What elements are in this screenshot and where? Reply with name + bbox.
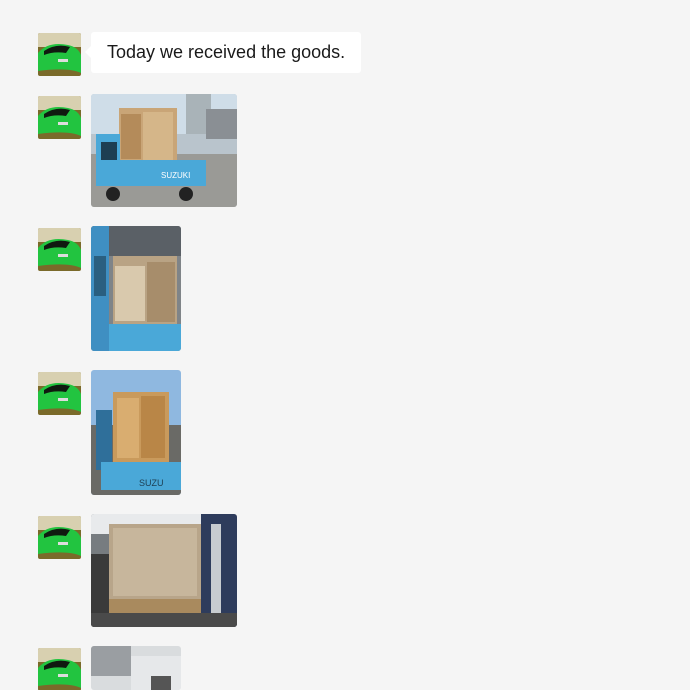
truck-side-boxes-photo-icon: [91, 226, 181, 351]
contact-avatar[interactable]: [38, 516, 81, 559]
svg-text:SUZUKI: SUZUKI: [161, 171, 190, 180]
message-image[interactable]: SUZUKI: [91, 94, 237, 207]
truck-loaded-boxes-photo-icon: SUZUKI: [91, 94, 237, 207]
contact-avatar[interactable]: [38, 372, 81, 415]
message-image[interactable]: [91, 226, 181, 351]
contact-avatar[interactable]: [38, 33, 81, 76]
truck-rear-boxes-photo-icon: SUZU: [91, 370, 181, 495]
sports-car-avatar-icon: [38, 648, 81, 690]
sports-car-avatar-icon: [38, 228, 81, 271]
sports-car-avatar-icon: [38, 33, 81, 76]
message-text[interactable]: Today we received the goods.: [84, 32, 362, 73]
message-image[interactable]: SUZU: [91, 370, 181, 495]
sports-car-avatar-icon: [38, 96, 81, 139]
sports-car-avatar-icon: [38, 372, 81, 415]
message-image[interactable]: [91, 646, 181, 690]
contact-avatar[interactable]: [38, 96, 81, 139]
pallet-boxes-photo-icon: [91, 514, 237, 627]
message-image[interactable]: [91, 514, 237, 627]
outdoor-photo-icon: [91, 646, 181, 690]
contact-avatar[interactable]: [38, 228, 81, 271]
svg-text:SUZU: SUZU: [139, 478, 164, 488]
sports-car-avatar-icon: [38, 516, 81, 559]
chat-conversation: Today we received the goods. SUZUKI SUZU: [0, 0, 690, 690]
contact-avatar[interactable]: [38, 648, 81, 690]
